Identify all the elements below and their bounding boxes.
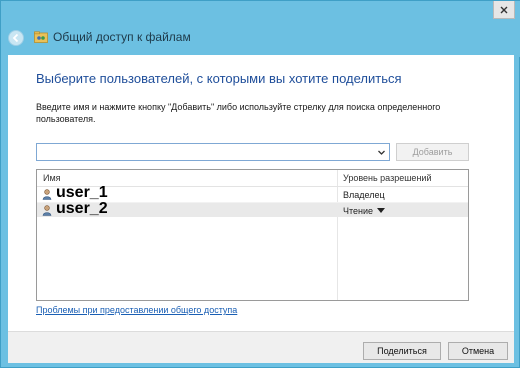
close-icon: [500, 6, 508, 13]
close-button[interactable]: [493, 1, 515, 19]
sharing-problems-link[interactable]: Проблемы при предоставлении общего досту…: [36, 305, 237, 315]
user-icon: [42, 189, 52, 200]
column-header-name[interactable]: Имя: [43, 173, 61, 183]
page-heading: Выберите пользователей, с которыми вы хо…: [36, 71, 402, 86]
permission-level: Владелец: [343, 190, 385, 200]
table-row[interactable]: user_2 Чтение: [37, 200, 468, 217]
column-header-permission[interactable]: Уровень разрешений: [343, 173, 431, 183]
shared-folder-icon: [34, 31, 48, 43]
dialog-content: Выберите пользователей, с которыми вы хо…: [8, 55, 514, 331]
back-button[interactable]: [8, 30, 24, 46]
dropdown-arrow-icon[interactable]: [377, 208, 386, 213]
title-bar: Общий доступ к файлам: [1, 1, 520, 57]
cancel-button[interactable]: Отмена: [448, 342, 508, 360]
window-frame: Общий доступ к файлам Выберите пользоват…: [0, 0, 520, 368]
dialog-footer: Поделиться Отмена: [8, 331, 514, 363]
add-button[interactable]: Добавить: [396, 143, 469, 161]
share-button[interactable]: Поделиться: [363, 342, 441, 360]
back-arrow-icon: [12, 33, 19, 43]
user-name-combobox[interactable]: [36, 143, 390, 161]
users-list: Имя Уровень разрешений user_1 Владелец u…: [36, 169, 469, 301]
permission-dropdown[interactable]: Чтение: [343, 206, 386, 216]
instruction-text: Введите имя и нажмите кнопку "Добавить" …: [36, 102, 441, 124]
window-title: Общий доступ к файлам: [53, 30, 191, 44]
chevron-down-icon[interactable]: [377, 148, 386, 157]
user-name: user_2: [56, 200, 108, 217]
user-icon: [42, 205, 52, 216]
permission-level: Чтение: [343, 206, 374, 216]
